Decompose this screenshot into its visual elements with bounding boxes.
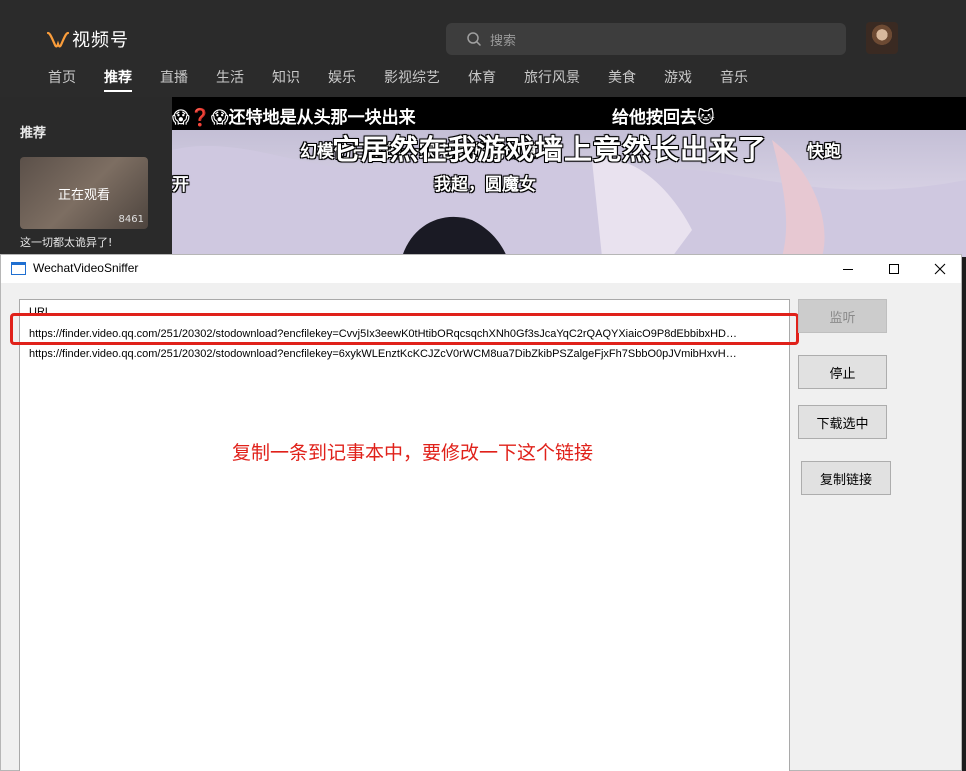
- nav-item-film-tv[interactable]: 影视综艺: [370, 66, 454, 92]
- nav-item-entertainment[interactable]: 娱乐: [314, 66, 370, 92]
- nav-item-travel[interactable]: 旅行风景: [510, 66, 594, 92]
- video-player[interactable]: 😱❓😱还特地是从头那一块出来 给他按回去🐱 幻模仿日本的一家电影游戏创意 它居然…: [172, 97, 966, 257]
- nav-item-recommend[interactable]: 推荐: [90, 66, 146, 92]
- copy-link-button[interactable]: 复制链接: [801, 461, 891, 495]
- minimize-button[interactable]: [825, 255, 871, 283]
- annotation-highlight-box: [10, 313, 799, 345]
- search-placeholder: 搜索: [490, 33, 517, 49]
- maximize-button[interactable]: [871, 255, 917, 283]
- search-icon: [467, 32, 481, 46]
- view-count: 8461: [118, 214, 144, 225]
- video-subtitle: 它居然在我游戏墙上竟然长出来了: [332, 133, 768, 166]
- recommend-sidebar: 推荐 正在观看 8461 这一切都太诡异了!: [0, 97, 172, 257]
- nav-item-music[interactable]: 音乐: [706, 66, 762, 92]
- stop-button[interactable]: 停止: [798, 355, 887, 389]
- nav-item-life[interactable]: 生活: [202, 66, 258, 92]
- search-input[interactable]: 搜索: [446, 23, 846, 55]
- close-button[interactable]: [917, 255, 963, 283]
- url-list-item[interactable]: https://finder.video.qq.com/251/20302/st…: [29, 348, 785, 360]
- sniffer-window: WechatVideoSniffer URL https://finder.vi…: [0, 254, 962, 771]
- logo-text: 视频号: [72, 30, 129, 51]
- danmaku-comment: 快跑: [807, 142, 841, 162]
- danmaku-comment: 给他按回去🐱: [612, 108, 715, 128]
- maximize-icon: [889, 264, 899, 274]
- app-window-icon: [11, 262, 26, 275]
- listen-button[interactable]: 监听: [798, 299, 887, 333]
- download-selected-button[interactable]: 下载选中: [798, 405, 887, 439]
- danmaku-comment: 我超，圆魔女: [434, 175, 536, 195]
- close-icon: [934, 263, 946, 275]
- user-avatar[interactable]: [866, 22, 898, 54]
- danmaku-comment: 开: [172, 175, 189, 195]
- window-title: WechatVideoSniffer: [33, 261, 139, 275]
- nav-item-food[interactable]: 美食: [594, 66, 650, 92]
- url-list[interactable]: URL https://finder.video.qq.com/251/2030…: [19, 299, 790, 771]
- sidebar-title: 推荐: [20, 126, 47, 141]
- danmaku-comment: 😱❓😱还特地是从头那一块出来: [172, 108, 416, 128]
- nav-item-games[interactable]: 游戏: [650, 66, 706, 92]
- channels-logo-icon: [46, 31, 70, 48]
- category-nav: 首页 推荐 直播 生活 知识 娱乐 影视综艺 体育 旅行风景 美食 游戏 音乐: [34, 66, 762, 96]
- channels-logo[interactable]: 视频号: [46, 26, 129, 52]
- web-topbar: 视频号 搜索 首页 推荐 直播 生活 知识 娱乐 影视综艺 体育 旅行风景 美食…: [0, 0, 966, 97]
- nav-item-home[interactable]: 首页: [34, 66, 90, 92]
- thumbnail-caption[interactable]: 这一切都太诡异了!: [20, 234, 112, 250]
- window-titlebar[interactable]: WechatVideoSniffer: [1, 255, 961, 283]
- now-watching-label: 正在观看: [57, 188, 110, 203]
- minimize-icon: [843, 269, 853, 270]
- nav-item-knowledge[interactable]: 知识: [258, 66, 314, 92]
- nav-item-sports[interactable]: 体育: [454, 66, 510, 92]
- nav-item-live[interactable]: 直播: [146, 66, 202, 92]
- annotation-text: 复制一条到记事本中，要修改一下这个链接: [232, 442, 594, 464]
- video-thumbnail[interactable]: 正在观看 8461: [20, 157, 148, 229]
